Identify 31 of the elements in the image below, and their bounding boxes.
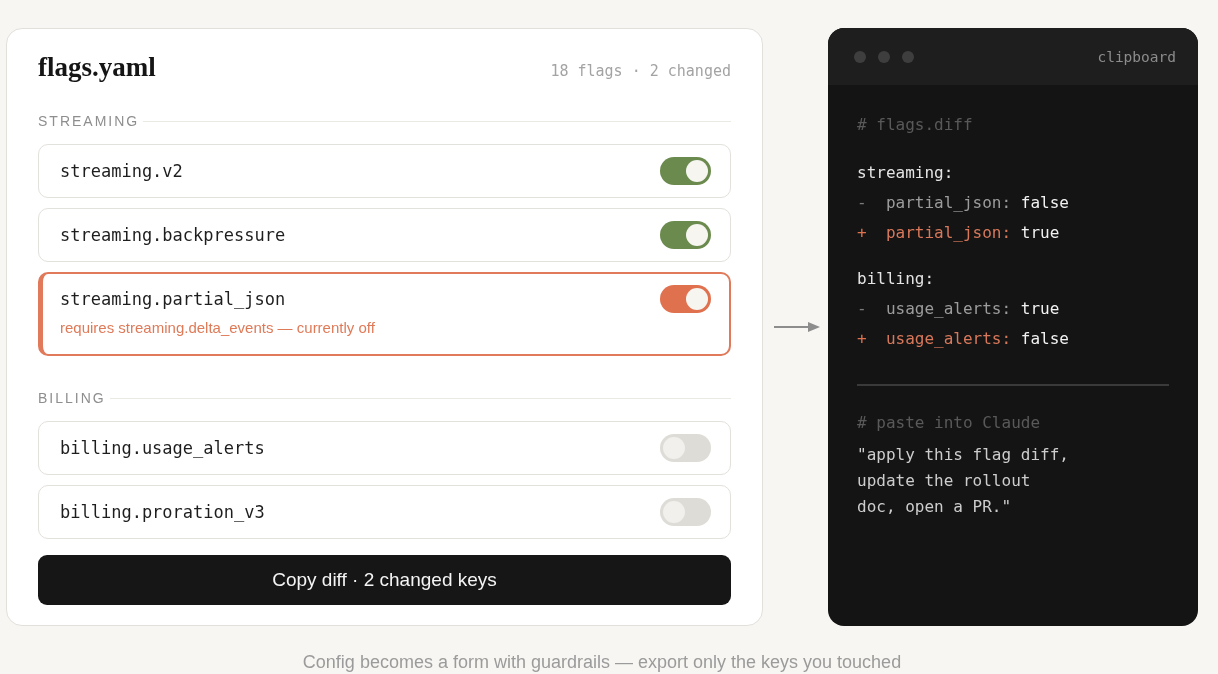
diff-section-header: streaming: <box>857 162 955 184</box>
file-title: flags.yaml <box>38 51 156 84</box>
flag-key: billing.usage_alerts <box>60 438 265 458</box>
section-label: STREAMING <box>38 112 140 130</box>
copy-diff-button[interactable]: Copy diff · 2 changed keys <box>38 555 731 605</box>
warning-text: requires streaming.delta_events — currently off <box>60 318 375 337</box>
flag-key: streaming.v2 <box>60 161 183 181</box>
window-dot-icon <box>902 50 914 63</box>
diff-line: - usage_alerts: true <box>857 298 1061 320</box>
toggle-switch[interactable] <box>660 434 711 462</box>
flag-key: streaming.backpressure <box>60 225 286 245</box>
flag-key: billing.proration_v3 <box>60 502 265 522</box>
toggle-switch[interactable] <box>660 157 711 185</box>
prompt-text: "apply this flag diff, update the rollout doc, open a PR." <box>857 443 1070 518</box>
window-dot-icon <box>854 50 866 63</box>
flag-key: streaming.partial_json <box>60 289 286 309</box>
code-comment: # flags.diff <box>857 114 974 136</box>
flag-summary: 18 flags · 2 changed <box>550 62 731 80</box>
toggle-switch[interactable] <box>660 221 711 249</box>
diff-line: + usage_alerts: false <box>857 328 1070 350</box>
toggle-switch[interactable] <box>660 285 711 313</box>
window-title: clipboard <box>1097 48 1176 65</box>
diff-section-header: billing: <box>857 268 936 290</box>
toggle-switch[interactable] <box>660 498 711 526</box>
section-label: BILLING <box>38 389 106 407</box>
caption-text: Config becomes a form with guardrails — export only the keys you touched <box>301 652 903 672</box>
diff-line: - partial_json: false <box>857 192 1070 214</box>
diff-line: + partial_json: true <box>857 222 1061 244</box>
window-dot-icon <box>878 50 890 63</box>
arrow-icon <box>773 322 820 332</box>
code-comment: # paste into Claude <box>857 411 1042 434</box>
